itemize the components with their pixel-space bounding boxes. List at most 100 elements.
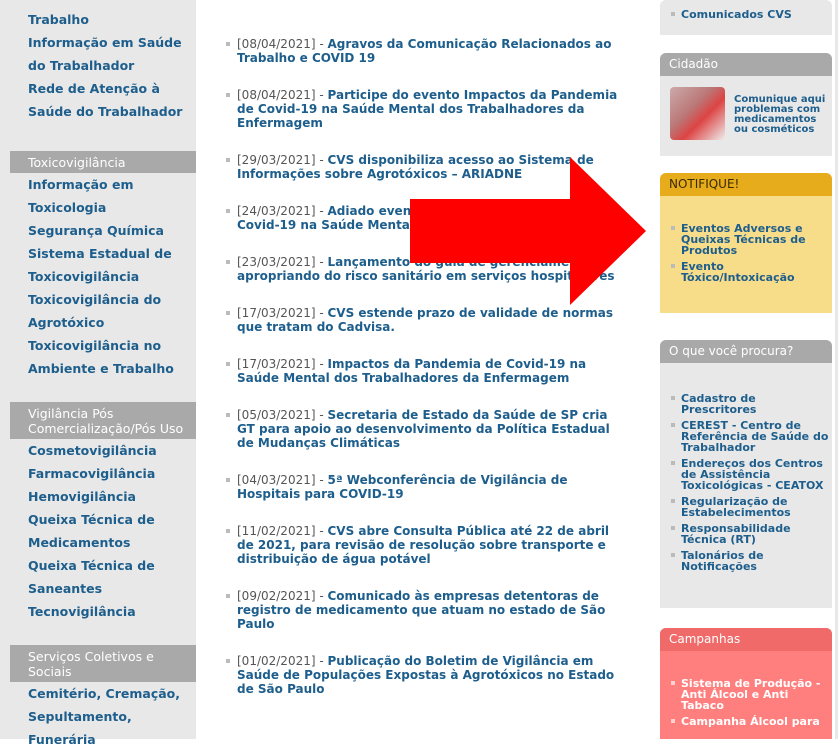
o-que-procura-box: O que você procura? Cadastro de Prescrit… [660,340,832,608]
sidebar-item-toxico-2[interactable]: Segurança Química [28,219,196,242]
notifique-box: NOTIFIQUE! Eventos Adversos e Queixas Té… [660,173,832,313]
bullet-icon [671,12,675,16]
sidebar-item-rede-atencao-2[interactable]: Saúde do Trabalhador [28,100,196,123]
cerest-link[interactable]: CEREST - Centro de Referência de Saúde d… [660,420,832,453]
link-label: Cadastro de Prescritores [681,392,757,416]
bullet-icon [671,396,675,400]
ceatox-link[interactable]: Endereços dos Centros de Assistência Tox… [660,458,832,491]
campanhas-box: Campanhas Sistema de Produção - Anti Álc… [660,628,832,739]
sidebar-group-toxicovigilancia: Toxicovigilância [10,151,196,173]
cadastro-prescritores-link[interactable]: Cadastro de Prescritores [660,393,832,415]
link-label: CEREST - Centro de Referência de Saúde d… [681,419,829,454]
bullet-icon [226,311,230,315]
sidebar-item-pos-2[interactable]: Hemovigilância [28,485,196,508]
bullet-icon [226,209,230,213]
link-label: Regularização de Estabelecimentos [681,495,791,519]
news-separator: - [315,37,328,51]
news-item: [04/03/2021] - 5ª Webconferência de Vigi… [226,473,624,501]
bullet-icon [671,226,675,230]
news-item: [11/02/2021] - CVS abre Consulta Pública… [226,524,624,566]
sidebar-item-rede-atencao-1[interactable]: Rede de Atenção à [28,77,196,100]
news-separator: - [315,408,328,422]
news-item: [17/03/2021] - CVS estende prazo de vali… [226,306,624,334]
sidebar-item-toxico-1[interactable]: Toxicologia [28,196,196,219]
sidebar-item-toxico-4[interactable]: Toxicovigilância [28,265,196,288]
news-date: [24/03/2021] [237,204,316,218]
sidebar-item-toxico-5[interactable]: Toxicovigilância do [28,288,196,311]
news-separator: - [315,306,328,320]
news-separator: - [315,473,328,487]
sidebar-item-pos-0[interactable]: Cosmetovigilância [28,439,196,462]
bullet-icon [226,42,230,46]
bullet-icon [226,260,230,264]
link-label: Campanha Álcool para [681,715,820,728]
news-list: [08/04/2021] - Agravos da Comunicação Re… [226,37,624,719]
sidebar-item-pos-7[interactable]: Tecnovigilância [28,600,196,623]
bullet-icon [226,659,230,663]
comunicados-cvs-link[interactable]: Comunicados CVS [660,9,832,20]
news-date: [17/03/2021] [237,357,316,371]
sidebar-item-toxico-3[interactable]: Sistema Estadual de [28,242,196,265]
sidebar-item-pos-6[interactable]: Saneantes [28,577,196,600]
sidebar-item-toxico-8[interactable]: Ambiente e Trabalho [28,357,196,380]
news-separator: - [315,153,328,167]
bullet-icon [226,529,230,533]
link-label: Talonários de Notificações [681,549,764,573]
news-date: [29/03/2021] [237,153,316,167]
news-date: [23/03/2021] [237,255,316,269]
sidebar-item-pos-4[interactable]: Medicamentos [28,531,196,554]
news-date: [09/02/2021] [237,589,316,603]
bullet-icon [671,461,675,465]
sidebar-item-pos-1[interactable]: Farmacovigilância [28,462,196,485]
medicine-pills-image[interactable] [670,87,725,140]
sidebar-item-toxico-0[interactable]: Informação em [28,173,196,196]
news-separator: - [315,204,328,218]
sidebar-item-serv-1[interactable]: Sepultamento, Funerária [28,705,196,751]
news-separator: - [315,255,328,269]
news-date: [11/02/2021] [237,524,316,538]
news-separator: - [315,589,328,603]
regularizacao-link[interactable]: Regularização de Estabelecimentos [660,496,832,518]
sidebar-item-trabalho[interactable]: Trabalho [28,8,196,31]
bullet-icon [671,553,675,557]
sidebar-item-pos-5[interactable]: Queixa Técnica de [28,554,196,577]
news-date: [17/03/2021] [237,306,316,320]
news-separator: - [315,357,328,371]
news-item: [09/02/2021] - Comunicado às empresas de… [226,589,624,631]
sidebar-item-serv-0[interactable]: Cemitério, Cremação, [28,682,196,705]
sidebar-group-servicos: Serviços Coletivos e Sociais [10,645,196,682]
sidebar-item-toxico-6[interactable]: Agrotóxico [28,311,196,334]
bullet-icon [226,478,230,482]
links-box-top: Comunicados CVS [660,0,832,35]
sistema-producao-link[interactable]: Sistema de Produção - Anti Álcool e Anti… [660,678,832,711]
link-label: Responsabilidade Técnica (RT) [681,522,791,546]
left-sidebar: Trabalho Informação em Saúde do Trabalha… [0,0,196,747]
news-date: [04/03/2021] [237,473,316,487]
sidebar-item-toxico-7[interactable]: Toxicovigilância no [28,334,196,357]
bullet-icon [226,594,230,598]
comunique-problemas-link[interactable]: Comunique aqui problemas com medicamento… [734,95,826,135]
responsabilidade-tecnica-link[interactable]: Responsabilidade Técnica (RT) [660,523,832,545]
notifique-heading: NOTIFIQUE! [660,173,832,196]
sidebar-item-pos-3[interactable]: Queixa Técnica de [28,508,196,531]
news-date: [08/04/2021] [237,37,316,51]
bullet-icon [671,719,675,723]
sidebar-item-info-saude-2[interactable]: do Trabalhador [28,54,196,77]
talonarios-link[interactable]: Talonários de Notificações [660,550,832,572]
cidadao-box: Cidadão Comunique aqui problemas com med… [660,53,832,156]
bullet-icon [671,264,675,268]
bullet-icon [671,681,675,685]
campanha-alcool-link[interactable]: Campanha Álcool para [660,716,832,727]
sidebar-item-info-saude-1[interactable]: Informação em Saúde [28,31,196,54]
link-label: Sistema de Produção - Anti Álcool e Anti… [681,677,821,712]
news-date: [01/02/2021] [237,654,316,668]
cidadao-heading: Cidadão [660,53,832,76]
eventos-adversos-link[interactable]: Eventos Adversos e Queixas Técnicas de P… [660,223,832,256]
evento-toxico-link[interactable]: Evento Tóxico/Intoxicação [660,261,832,283]
news-date: [05/03/2021] [237,408,316,422]
news-item: [17/03/2021] - Impactos da Pandemia de C… [226,357,624,385]
bullet-icon [671,526,675,530]
news-separator: - [315,654,328,668]
bullet-icon [671,423,675,427]
sidebar-group-pos-comercializacao: Vigilância Pós Comercialização/Pós Uso [10,402,196,439]
